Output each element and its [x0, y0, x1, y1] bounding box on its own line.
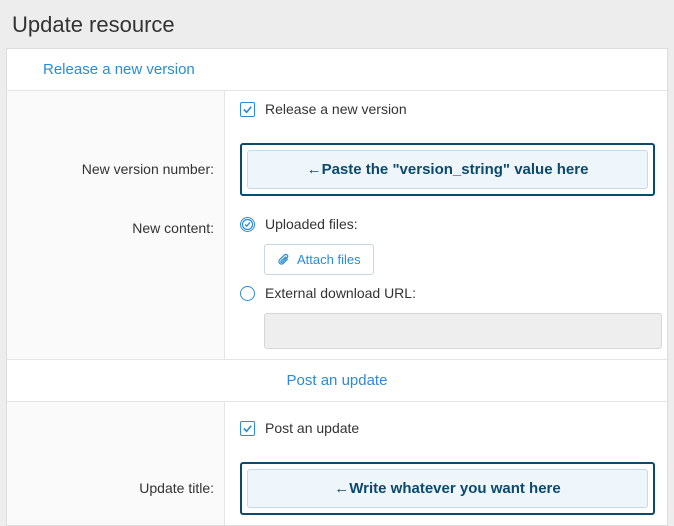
new-content-label: New content: [7, 206, 225, 359]
release-version-header: Release a new version [7, 49, 667, 90]
external-url-radio[interactable] [240, 286, 255, 301]
post-update-checkbox-label: Post an update [265, 420, 359, 436]
attach-files-label: Attach files [297, 252, 361, 267]
post-update-checkbox[interactable] [240, 421, 255, 436]
external-url-input[interactable] [264, 313, 662, 349]
uploaded-files-radio[interactable] [240, 217, 255, 232]
update-title-highlight-box [240, 462, 655, 515]
release-version-body: Release a new version New version number… [7, 90, 667, 360]
update-form-panel: Release a new version Release a new vers… [6, 48, 668, 526]
empty-label [7, 91, 225, 131]
check-icon [242, 104, 253, 115]
post-update-header: Post an update [7, 360, 667, 401]
external-url-label: External download URL: [265, 285, 416, 301]
check-icon [242, 423, 253, 434]
post-update-body: Post an update Update title: [7, 401, 667, 525]
release-checkbox-label: Release a new version [265, 101, 407, 117]
version-number-label: New version number: [7, 131, 225, 206]
page-title: Update resource [0, 0, 674, 48]
update-title-input[interactable] [247, 469, 648, 508]
uploaded-files-label: Uploaded files: [265, 216, 358, 232]
radio-check-icon [241, 217, 254, 232]
version-highlight-box [240, 143, 655, 196]
empty-label-2 [7, 402, 225, 450]
version-number-input[interactable] [247, 150, 648, 189]
paperclip-icon [277, 253, 291, 267]
attach-files-button[interactable]: Attach files [264, 244, 374, 275]
release-checkbox[interactable] [240, 102, 255, 117]
